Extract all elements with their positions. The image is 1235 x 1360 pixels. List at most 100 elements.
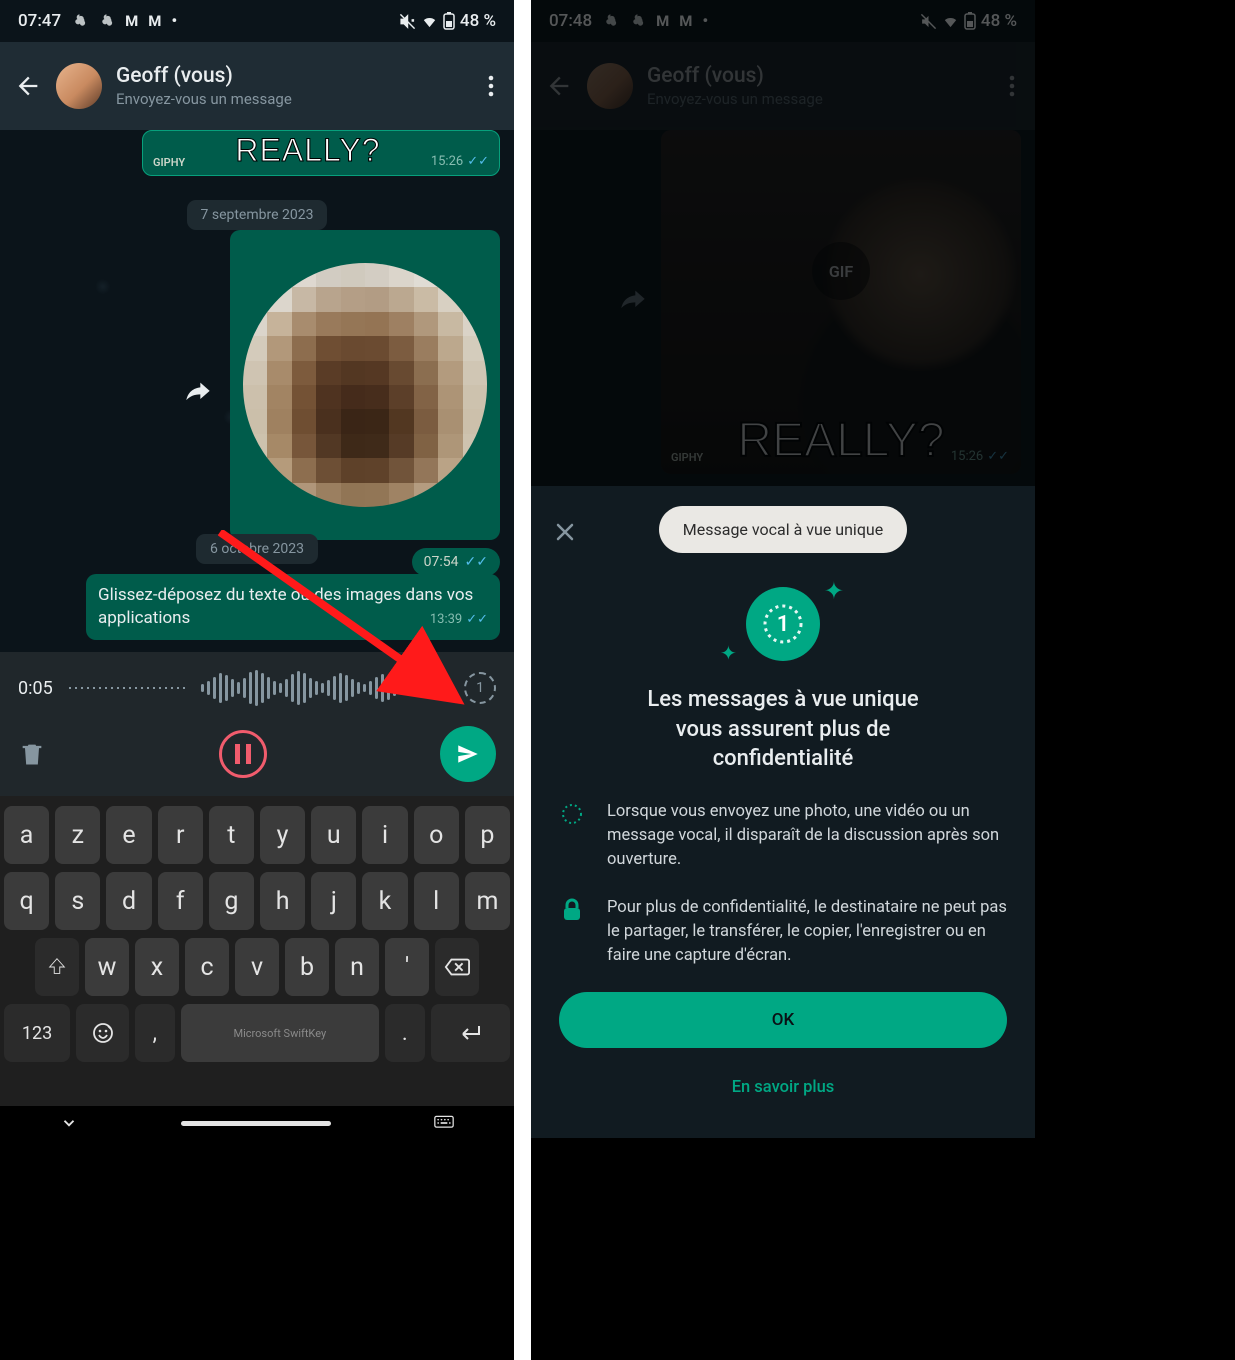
chevron-down-icon[interactable] [60, 1114, 78, 1132]
key-g[interactable]: g [209, 872, 254, 930]
more-menu-button[interactable] [476, 66, 506, 106]
key-d[interactable]: d [106, 872, 151, 930]
pause-button[interactable] [219, 730, 267, 778]
view-once-info-sheet: Message vocal à vue unique 1 Les message… [531, 486, 1035, 1138]
nav-bar [0, 1106, 514, 1138]
sheet-title: Les messages à vue unique vous assurent … [613, 685, 953, 774]
close-icon[interactable] [553, 520, 577, 544]
keyboard: azertyuiop qsdfghjklm wxcvbn' 123 , Micr… [0, 796, 514, 1106]
gif-message-bubble[interactable]: GIPHY REALLY? 15:26 ✓✓ [142, 130, 500, 176]
text-message-bubble[interactable]: Glissez-déposez du texte ou des images d… [86, 574, 500, 640]
key-q[interactable]: q [4, 872, 49, 930]
chat-title: Geoff (vous) [116, 64, 292, 88]
key-m[interactable]: m [465, 872, 510, 930]
fan-icon [98, 13, 115, 30]
key-j[interactable]: j [311, 872, 356, 930]
screen-left: 07:47 M M • 48 % Geoff (vous) Envoyez-vo… [0, 0, 514, 1138]
fan-icon [71, 13, 88, 30]
numbers-key[interactable]: 123 [4, 1004, 70, 1062]
read-ticks-icon: ✓✓ [467, 154, 489, 169]
view-once-small-icon [560, 802, 584, 826]
chat-subtitle: Envoyez-vous un message [116, 90, 292, 108]
shift-icon [46, 956, 68, 978]
key-w[interactable]: w [85, 938, 129, 996]
avatar[interactable] [56, 63, 102, 109]
send-button[interactable] [440, 726, 496, 782]
period-key[interactable]: . [385, 1004, 425, 1062]
key-x[interactable]: x [135, 938, 179, 996]
backspace-key[interactable] [435, 938, 479, 996]
comma-key[interactable]: , [135, 1004, 175, 1062]
home-pill[interactable] [181, 1121, 331, 1126]
key-z[interactable]: z [55, 806, 100, 864]
enter-key[interactable] [431, 1004, 510, 1062]
info-text: Lorsque vous envoyez une photo, une vidé… [607, 800, 1007, 872]
waveform[interactable] [201, 668, 450, 708]
key-u[interactable]: u [311, 806, 356, 864]
screen-right: 07:48 M M • 48 % Geoff (vous) Envoyez-vo… [531, 0, 1035, 1138]
key-v[interactable]: v [235, 938, 279, 996]
svg-text:1: 1 [777, 612, 790, 637]
key-p[interactable]: p [465, 806, 510, 864]
key-e[interactable]: e [106, 806, 151, 864]
status-bar: 07:47 M M • 48 % [0, 0, 514, 42]
trash-icon[interactable] [18, 740, 46, 768]
battery-icon [443, 12, 455, 30]
waveform-dots [67, 686, 187, 690]
photo-message-bubble[interactable]: 07:54 ✓✓ [230, 230, 500, 540]
tooltip-pill: Message vocal à vue unique [659, 506, 907, 553]
enter-icon [457, 1022, 483, 1044]
key-c[interactable]: c [185, 938, 229, 996]
modal-overlay[interactable] [531, 0, 1035, 488]
dot-icon: • [171, 11, 177, 31]
view-once-toggle[interactable]: 1 [464, 672, 496, 704]
key-f[interactable]: f [158, 872, 203, 930]
backspace-icon [444, 956, 470, 978]
keyboard-switch-icon[interactable] [434, 1115, 454, 1131]
key-h[interactable]: h [260, 872, 305, 930]
key-b[interactable]: b [285, 938, 329, 996]
info-text: Pour plus de confidentialité, le destina… [607, 896, 1007, 968]
m-icon: M [148, 12, 161, 30]
date-separator: 7 septembre 2023 [187, 200, 328, 230]
chat-body[interactable]: GIPHY REALLY? 15:26 ✓✓ 7 septembre 2023 [0, 130, 514, 652]
message-time: 13:39 [430, 611, 462, 629]
key-o[interactable]: o [414, 806, 459, 864]
key-n[interactable]: n [335, 938, 379, 996]
send-icon [455, 741, 481, 767]
recording-duration: 0:05 [18, 678, 53, 699]
wifi-icon [421, 13, 438, 30]
key-s[interactable]: s [55, 872, 100, 930]
ok-button[interactable]: OK [559, 992, 1007, 1048]
back-arrow-icon[interactable] [14, 72, 42, 100]
header-text[interactable]: Geoff (vous) Envoyez-vous un message [116, 64, 292, 108]
key-i[interactable]: i [362, 806, 407, 864]
space-key[interactable]: Microsoft SwiftKey [181, 1004, 379, 1062]
emoji-icon [91, 1021, 115, 1045]
date-separator: 6 octobre 2023 [196, 534, 318, 564]
giphy-label: GIPHY [153, 156, 185, 169]
key-l[interactable]: l [414, 872, 459, 930]
key-r[interactable]: r [158, 806, 203, 864]
lock-icon [562, 898, 582, 922]
key-'[interactable]: ' [385, 938, 429, 996]
forward-arrow-icon[interactable] [184, 378, 212, 406]
shift-key[interactable] [35, 938, 79, 996]
key-a[interactable]: a [4, 806, 49, 864]
info-item-disappear: Lorsque vous envoyez une photo, une vidé… [559, 800, 1007, 872]
emoji-key[interactable] [76, 1004, 129, 1062]
more-vert-icon [488, 74, 494, 98]
status-time: 07:47 [18, 11, 61, 31]
key-k[interactable]: k [362, 872, 407, 930]
message-text: Glissez-déposez du texte ou des images d… [98, 585, 473, 628]
gif-caption: REALLY? [235, 132, 380, 169]
pixelated-photo [243, 263, 487, 507]
key-t[interactable]: t [209, 806, 254, 864]
mute-icon [399, 13, 416, 30]
message-time: 15:26 [431, 154, 463, 169]
voice-recorder-panel: 0:05 1 [0, 652, 514, 796]
key-y[interactable]: y [260, 806, 305, 864]
view-once-hero-icon: 1 [746, 587, 820, 661]
learn-more-link[interactable]: En savoir plus [531, 1048, 1035, 1127]
app-bar: Geoff (vous) Envoyez-vous un message [0, 42, 514, 130]
